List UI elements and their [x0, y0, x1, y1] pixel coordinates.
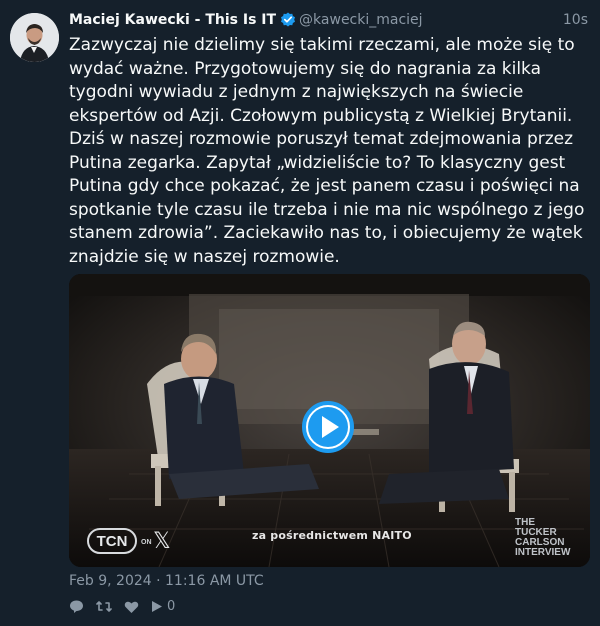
tweet-actions: 0	[69, 599, 175, 614]
svg-text:𝕏: 𝕏	[153, 529, 171, 554]
avatar[interactable]	[10, 13, 59, 62]
timestamp[interactable]: 10s	[563, 12, 588, 28]
reply-icon[interactable]	[69, 599, 84, 614]
svg-text:TCN: TCN	[97, 533, 128, 550]
author-handle[interactable]: @kawecki_maciej	[299, 12, 423, 28]
tweet-body: Zazwyczaj nie dzielimy się takimi rzecza…	[69, 35, 585, 267]
svg-text:ON: ON	[141, 539, 152, 546]
author-name[interactable]: Maciej Kawecki - This Is IT	[69, 12, 276, 28]
video-player[interactable]: TCN ON 𝕏 za pośrednictwem NAITO THE TUCK…	[69, 274, 590, 567]
views[interactable]: 0	[151, 599, 175, 614]
like-icon[interactable]	[124, 600, 139, 614]
tucker-carlson-logo: THE TUCKER CARLSON INTERVIEW	[515, 517, 571, 558]
play-icon	[302, 401, 354, 453]
verified-badge-icon	[280, 12, 296, 28]
views-icon	[152, 601, 162, 612]
play-button[interactable]	[302, 401, 354, 453]
tweet-header: Maciej Kawecki - This Is IT @kawecki_mac…	[69, 10, 588, 30]
retweet-icon[interactable]	[96, 599, 112, 614]
views-count: 0	[167, 599, 176, 614]
tweet-text: Zazwyczaj nie dzielimy się takimi rzecza…	[69, 34, 589, 269]
tcn-logo: TCN ON 𝕏	[87, 528, 182, 558]
video-caption: za pośrednictwem NAITO	[252, 529, 412, 542]
tweet-date[interactable]: Feb 9, 2024 · 11:16 AM UTC	[69, 573, 264, 589]
